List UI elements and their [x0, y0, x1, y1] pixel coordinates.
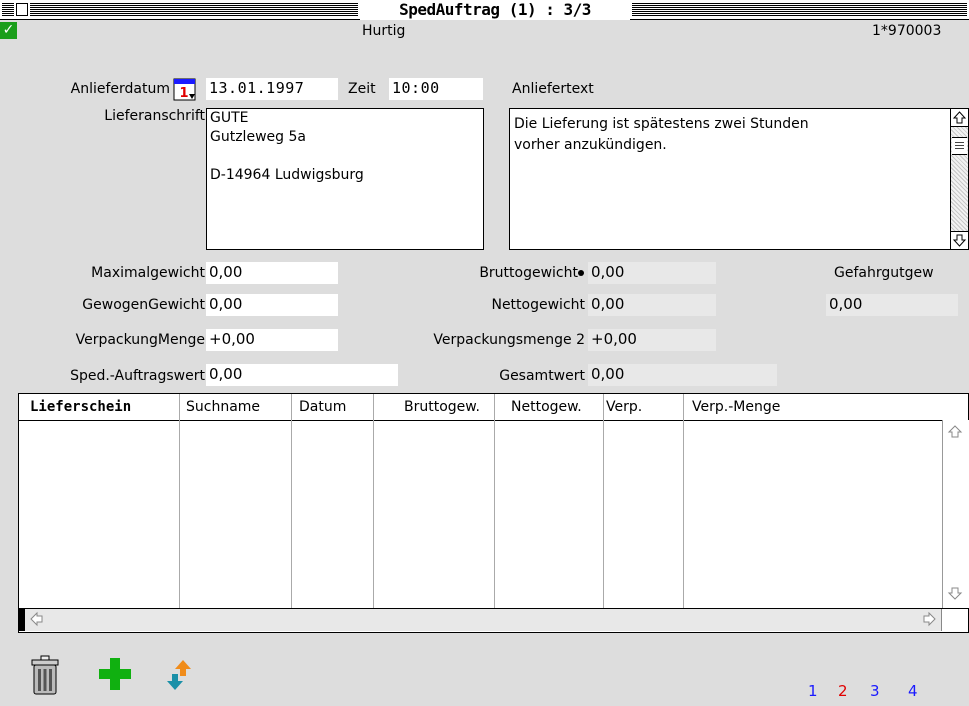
address-line: D-14964 Ludwigsburg — [210, 167, 364, 183]
ok-check-icon[interactable]: ✓ — [0, 22, 17, 39]
close-box[interactable] — [16, 3, 28, 16]
delivery-text-field[interactable]: Die Lieferung ist spätestens zwei Stunde… — [509, 108, 969, 250]
hazard-weight-field: 0,00 — [826, 294, 958, 316]
packaging-qty-field[interactable]: +0,00 — [206, 329, 338, 351]
window-title: SpedAuftrag (1) : 3/3 — [360, 0, 630, 20]
order-value-label: Sped.-Auftragswert — [70, 368, 205, 384]
column-divider — [291, 394, 292, 609]
scroll-thumb[interactable] — [952, 137, 967, 155]
total-value-field: 0,00 — [588, 364, 777, 386]
address-line — [210, 147, 480, 166]
scroll-up-icon[interactable] — [947, 424, 963, 444]
plus-icon[interactable] — [98, 657, 132, 691]
page-link-2[interactable]: 2 — [838, 682, 848, 700]
delivery-date-label: Anlieferdatum — [70, 81, 170, 97]
table-horizontal-scrollbar[interactable] — [19, 608, 968, 631]
column-divider — [603, 394, 604, 609]
column-header[interactable]: Verp. — [599, 394, 642, 420]
scroll-left-icon[interactable] — [29, 611, 45, 631]
calendar-icon[interactable]: 1 — [173, 77, 197, 101]
packaging-qty2-label: Verpackungsmenge 2 — [433, 332, 585, 348]
address-line: Gutzleweg 5a — [210, 129, 306, 145]
scroll-up-icon[interactable] — [951, 109, 968, 127]
order-value-field[interactable]: 0,00 — [206, 364, 398, 386]
column-header[interactable]: Verp.-Menge — [685, 394, 780, 420]
packaging-qty2-field: +0,00 — [588, 329, 716, 351]
max-weight-field[interactable]: 0,00 — [206, 262, 338, 284]
trash-icon[interactable] — [30, 655, 60, 695]
required-bullet-icon — [578, 270, 584, 276]
weighed-weight-label: GewogenGewicht — [82, 297, 205, 313]
scroll-down-icon[interactable] — [951, 231, 968, 249]
address-line: GUTE — [210, 110, 249, 126]
delivery-text-line: Die Lieferung ist spätestens zwei Stunde… — [514, 116, 809, 132]
delivery-notes-table[interactable]: Lieferschein Suchname Datum Bruttogew. N… — [18, 393, 969, 633]
column-divider — [683, 394, 684, 609]
size-box — [941, 609, 968, 631]
column-header[interactable]: Suchname — [179, 394, 260, 420]
column-header[interactable]: Bruttogew. — [397, 394, 480, 420]
time-label: Zeit — [348, 81, 376, 97]
column-divider — [179, 394, 180, 609]
column-divider — [373, 394, 374, 609]
delivery-text-scrollbar[interactable] — [950, 109, 968, 249]
page-link-1[interactable]: 1 — [808, 682, 818, 700]
packaging-qty-label: VerpackungMenge — [75, 332, 205, 348]
column-header[interactable]: Datum — [292, 394, 346, 420]
gross-weight-label: Bruttogewicht — [479, 265, 578, 281]
page-link-3[interactable]: 3 — [870, 682, 880, 700]
sort-arrows-icon[interactable] — [165, 658, 193, 692]
gross-weight-field: 0,00 — [588, 262, 716, 284]
column-divider — [494, 394, 495, 609]
page-link-4[interactable]: 4 — [908, 682, 918, 700]
delivery-address-label: Lieferanschrift — [104, 108, 205, 124]
scroll-position-marker — [19, 609, 25, 631]
scroll-right-icon[interactable] — [921, 611, 937, 631]
svg-text:1: 1 — [179, 86, 188, 101]
order-number: 1*970003 — [872, 23, 942, 39]
total-value-label: Gesamtwert — [499, 368, 585, 384]
column-header[interactable]: Nettogew. — [504, 394, 582, 420]
delivery-text-line: vorher anzukündigen. — [514, 137, 667, 153]
max-weight-label: Maximalgewicht — [91, 265, 205, 281]
hazard-weight-label: Gefahrgutgew — [834, 265, 934, 281]
scroll-down-icon[interactable] — [947, 585, 963, 605]
customer-name: Hurtig — [362, 23, 406, 39]
net-weight-field: 0,00 — [588, 294, 716, 316]
net-weight-label: Nettogewicht — [491, 297, 585, 313]
weighed-weight-field[interactable]: 0,00 — [206, 294, 338, 316]
table-vertical-scrollbar[interactable] — [942, 420, 969, 608]
delivery-date-field[interactable]: 13.01.1997 — [206, 78, 338, 100]
time-field[interactable]: 10:00 — [389, 78, 483, 100]
column-header[interactable]: Lieferschein — [23, 394, 131, 420]
title-bar[interactable]: SpedAuftrag (1) : 3/3 — [0, 0, 969, 20]
delivery-address-field[interactable]: GUTE Gutzleweg 5a D-14964 Ludwigsburg — [206, 108, 484, 250]
delivery-text-label: Anliefertext — [512, 81, 594, 97]
